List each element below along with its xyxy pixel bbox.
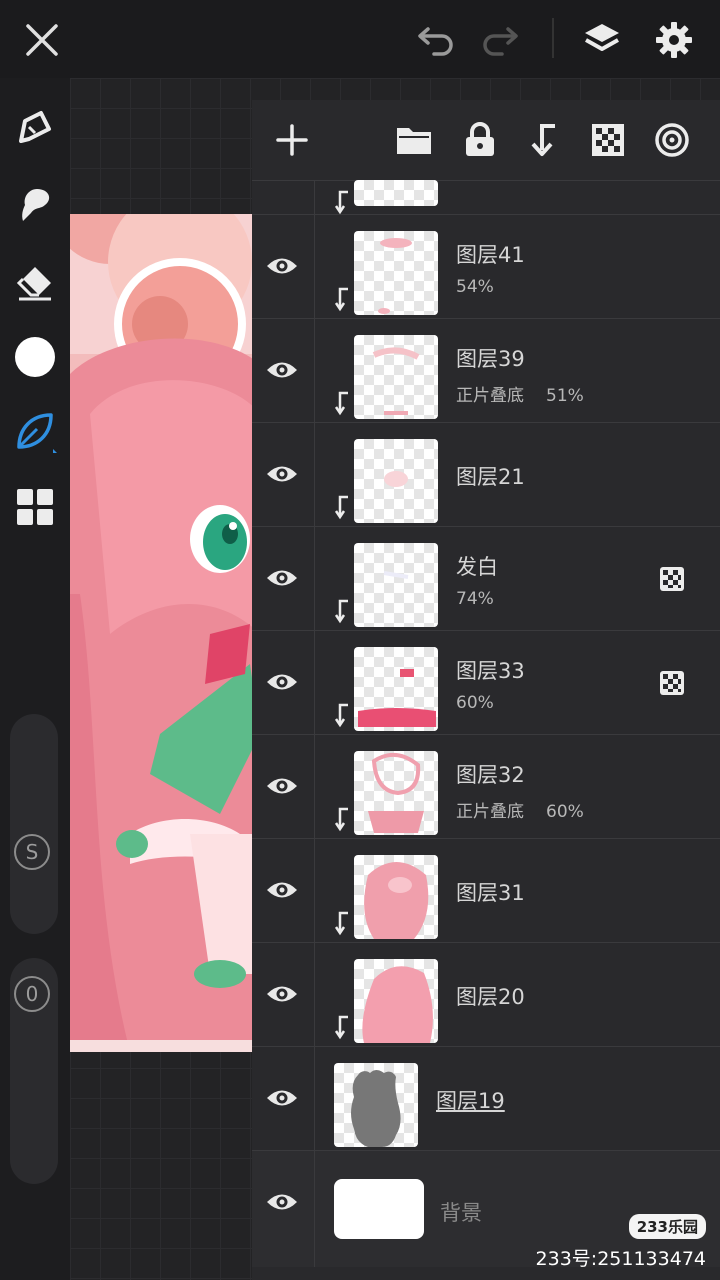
opacity-knob[interactable]: 0 (14, 976, 50, 1012)
blend-mode: 正片叠底 (456, 386, 524, 406)
top-toolbar (0, 0, 720, 78)
color-icon[interactable] (10, 332, 60, 382)
layer-name: 图层31 (456, 881, 525, 905)
layer-opacity: 60% (546, 802, 584, 822)
pen-icon[interactable] (10, 102, 60, 152)
visibility-eye-icon[interactable] (264, 355, 300, 385)
layer-name: 背景 (440, 1201, 482, 1225)
layer-thumbnail (354, 439, 438, 523)
clip-indicator-icon (334, 703, 348, 728)
opacity-label: 0 (25, 982, 39, 1006)
close-icon[interactable] (20, 18, 64, 62)
visibility-eye-icon[interactable] (264, 771, 300, 801)
layer-properties: 60% (456, 693, 494, 713)
undo-icon[interactable] (414, 18, 458, 62)
layer-thumbnail (354, 543, 438, 627)
layers-panel: 图层41 54% 图层39 正片叠底 51% 图层21 发白 74% 图层33 60% 图层32 正片… (252, 100, 720, 1280)
blend-mode: 正片叠底 (456, 802, 524, 822)
layer-name: 图层21 (456, 465, 525, 489)
layer-properties: 正片叠底 60% (456, 797, 584, 822)
layer-name: 图层19 (436, 1089, 505, 1113)
layer-thumbnail (354, 959, 438, 1043)
layer-row[interactable]: 图层20 (252, 943, 720, 1047)
clip-indicator-icon (334, 807, 348, 832)
layer-row[interactable]: 发白 74% (252, 527, 720, 631)
alpha-icon[interactable] (586, 118, 630, 162)
redo-icon[interactable] (478, 18, 522, 62)
layer-properties: 54% (456, 277, 494, 297)
leaf-brush-icon[interactable] (10, 406, 60, 456)
layer-thumbnail (334, 1179, 424, 1239)
layer-row[interactable]: 图层19 (252, 1047, 720, 1151)
clip-indicator-icon (334, 495, 348, 520)
visibility-eye-icon[interactable] (264, 979, 300, 1009)
clip-indicator-icon (334, 190, 348, 215)
layer-row[interactable]: 图层21 (252, 423, 720, 527)
layer-thumbnail (354, 180, 438, 206)
layer-properties: 74% (456, 589, 494, 609)
layer-name: 发白 (456, 555, 498, 579)
visibility-eye-icon[interactable] (264, 875, 300, 905)
layer-opacity: 51% (546, 386, 584, 406)
clip-indicator-icon (334, 391, 348, 416)
layer-opacity: 74% (456, 589, 494, 609)
layer-row[interactable]: 图层41 54% (252, 215, 720, 319)
visibility-eye-icon[interactable] (264, 251, 300, 281)
layer-thumbnail (354, 647, 438, 731)
layer-row[interactable]: 图层33 60% (252, 631, 720, 735)
layer-thumbnail (354, 751, 438, 835)
reference-icon[interactable] (650, 118, 694, 162)
left-toolbar: S 0 (0, 78, 70, 1280)
clip-indicator-icon (334, 287, 348, 312)
size-knob[interactable]: S (14, 834, 50, 870)
clip-icon[interactable] (522, 118, 566, 162)
visibility-eye-icon[interactable] (264, 563, 300, 593)
layer-thumbnail (354, 231, 438, 315)
add-icon[interactable] (270, 118, 314, 162)
layer-row[interactable]: 图层32 正片叠底 60% (252, 735, 720, 839)
clip-indicator-icon (334, 1015, 348, 1040)
layer-thumbnail (354, 855, 438, 939)
user-id-text: 233号:251133474 (535, 1248, 706, 1270)
grid-tools-icon[interactable] (10, 482, 60, 532)
layer-name: 图层39 (456, 347, 525, 371)
size-label: S (25, 840, 39, 864)
artwork-canvas[interactable] (70, 214, 260, 1052)
visibility-eye-icon[interactable] (264, 1187, 300, 1217)
layer-row[interactable]: 图层31 (252, 839, 720, 943)
lock-icon[interactable] (458, 118, 502, 162)
layer-name: 图层20 (456, 985, 525, 1009)
visibility-eye-icon[interactable] (264, 459, 300, 489)
layer-row-partial[interactable] (252, 180, 720, 215)
layer-name: 图层32 (456, 763, 525, 787)
layer-name: 图层41 (456, 243, 525, 267)
folder-icon[interactable] (392, 118, 436, 162)
layers-panel-header (252, 100, 720, 181)
gear-icon[interactable] (652, 18, 696, 62)
layer-name: 图层33 (456, 659, 525, 683)
layer-row[interactable]: 图层39 正片叠底 51% (252, 319, 720, 423)
layer-thumbnail (354, 335, 438, 419)
toolbar-divider (552, 18, 554, 58)
layer-properties: 正片叠底 51% (456, 381, 584, 406)
visibility-eye-icon[interactable] (264, 1083, 300, 1113)
layers-icon[interactable] (580, 18, 624, 62)
brush-size-slider[interactable] (10, 714, 58, 934)
layer-opacity: 60% (456, 693, 494, 713)
alpha-lock-icon[interactable] (660, 671, 684, 695)
smudge-icon[interactable] (10, 180, 60, 230)
clip-indicator-icon (334, 599, 348, 624)
layer-opacity: 54% (456, 277, 494, 297)
alpha-lock-icon[interactable] (660, 567, 684, 591)
eraser-icon[interactable] (10, 258, 60, 308)
visibility-eye-icon[interactable] (264, 667, 300, 697)
watermark-logo: 233乐园 (628, 1214, 706, 1239)
clip-indicator-icon (334, 911, 348, 936)
layer-thumbnail (334, 1063, 418, 1147)
